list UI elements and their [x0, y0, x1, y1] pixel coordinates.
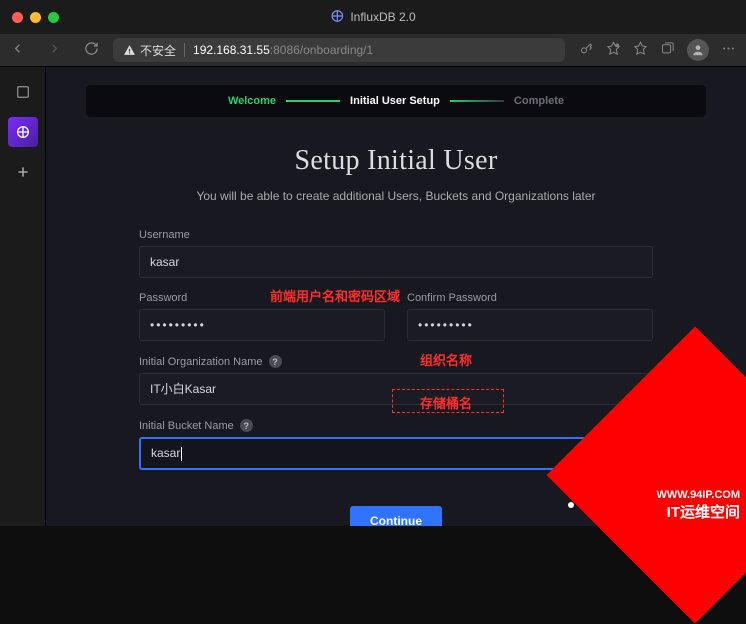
address-divider: [184, 43, 185, 57]
forward-button[interactable]: [47, 41, 62, 59]
step-initial-user: Initial User Setup: [346, 95, 444, 107]
watermark-label: IT运维空间: [667, 504, 740, 521]
favorites-bar-icon[interactable]: [633, 41, 648, 59]
profile-avatar[interactable]: [687, 39, 709, 61]
org-help-icon[interactable]: ?: [269, 355, 282, 368]
username-input[interactable]: kasar: [139, 246, 653, 278]
password-input[interactable]: •••••••••: [139, 309, 385, 341]
username-value: kasar: [150, 255, 179, 269]
address-bar[interactable]: 不安全 192.168.31.55:8086/onboarding/1: [113, 38, 565, 62]
sidebar-add-icon[interactable]: [8, 157, 38, 187]
window-title-text: InfluxDB 2.0: [350, 10, 415, 24]
watermark-dot: [568, 502, 574, 508]
org-name-value: IT小白Kasar: [150, 382, 216, 396]
org-name-input[interactable]: IT小白Kasar: [139, 373, 653, 405]
window-controls[interactable]: [12, 12, 59, 23]
confirm-password-label: Confirm Password: [407, 292, 653, 304]
minimize-window-button[interactable]: [30, 12, 41, 23]
watermark-text: WWW.94IP.COM IT运维空间: [656, 488, 740, 522]
window-titlebar: InfluxDB 2.0: [0, 0, 746, 34]
close-window-button[interactable]: [12, 12, 23, 23]
app-sidebar: [0, 67, 46, 526]
password-label: Password: [139, 292, 385, 304]
favorite-icon[interactable]: [606, 41, 621, 59]
page-subtitle: You will be able to create additional Us…: [86, 189, 706, 203]
bucket-name-label: Initial Bucket Name ?: [139, 419, 653, 432]
security-status[interactable]: 不安全: [123, 42, 176, 59]
onboarding-stepper: Welcome Initial User Setup Complete: [86, 85, 706, 117]
sidebar-home-icon[interactable]: [8, 77, 38, 107]
key-icon[interactable]: [579, 41, 594, 59]
url-path: :8086/onboarding/1: [270, 43, 373, 57]
collections-icon[interactable]: [660, 41, 675, 59]
bucket-name-value: kasar: [151, 446, 180, 460]
refresh-button[interactable]: [84, 41, 99, 59]
confirm-password-input[interactable]: •••••••••: [407, 309, 653, 341]
url-text: 192.168.31.55:8086/onboarding/1: [193, 43, 373, 57]
influxdb-logo-icon: [330, 9, 344, 26]
browser-toolbar: 不安全 192.168.31.55:8086/onboarding/1: [0, 34, 746, 67]
more-menu-icon[interactable]: [721, 41, 736, 59]
confirm-password-value: •••••••••: [418, 318, 474, 332]
url-host: 192.168.31.55: [193, 43, 270, 57]
step-complete: Complete: [510, 95, 568, 107]
step-welcome: Welcome: [224, 95, 280, 107]
password-value: •••••••••: [150, 318, 206, 332]
continue-button[interactable]: Continue: [350, 506, 442, 526]
step-line-2: [450, 100, 504, 102]
username-label: Username: [139, 229, 653, 241]
watermark-url: WWW.94IP.COM: [656, 488, 740, 502]
back-button[interactable]: [10, 41, 25, 59]
maximize-window-button[interactable]: [48, 12, 59, 23]
text-cursor: [181, 447, 182, 461]
insecure-label: 不安全: [140, 42, 176, 59]
page-title: Setup Initial User: [86, 145, 706, 177]
org-name-label: Initial Organization Name ?: [139, 355, 653, 368]
sidebar-data-icon[interactable]: [8, 117, 38, 147]
window-title: InfluxDB 2.0: [330, 9, 415, 26]
bucket-help-icon[interactable]: ?: [240, 419, 253, 432]
step-line-1: [286, 100, 340, 102]
